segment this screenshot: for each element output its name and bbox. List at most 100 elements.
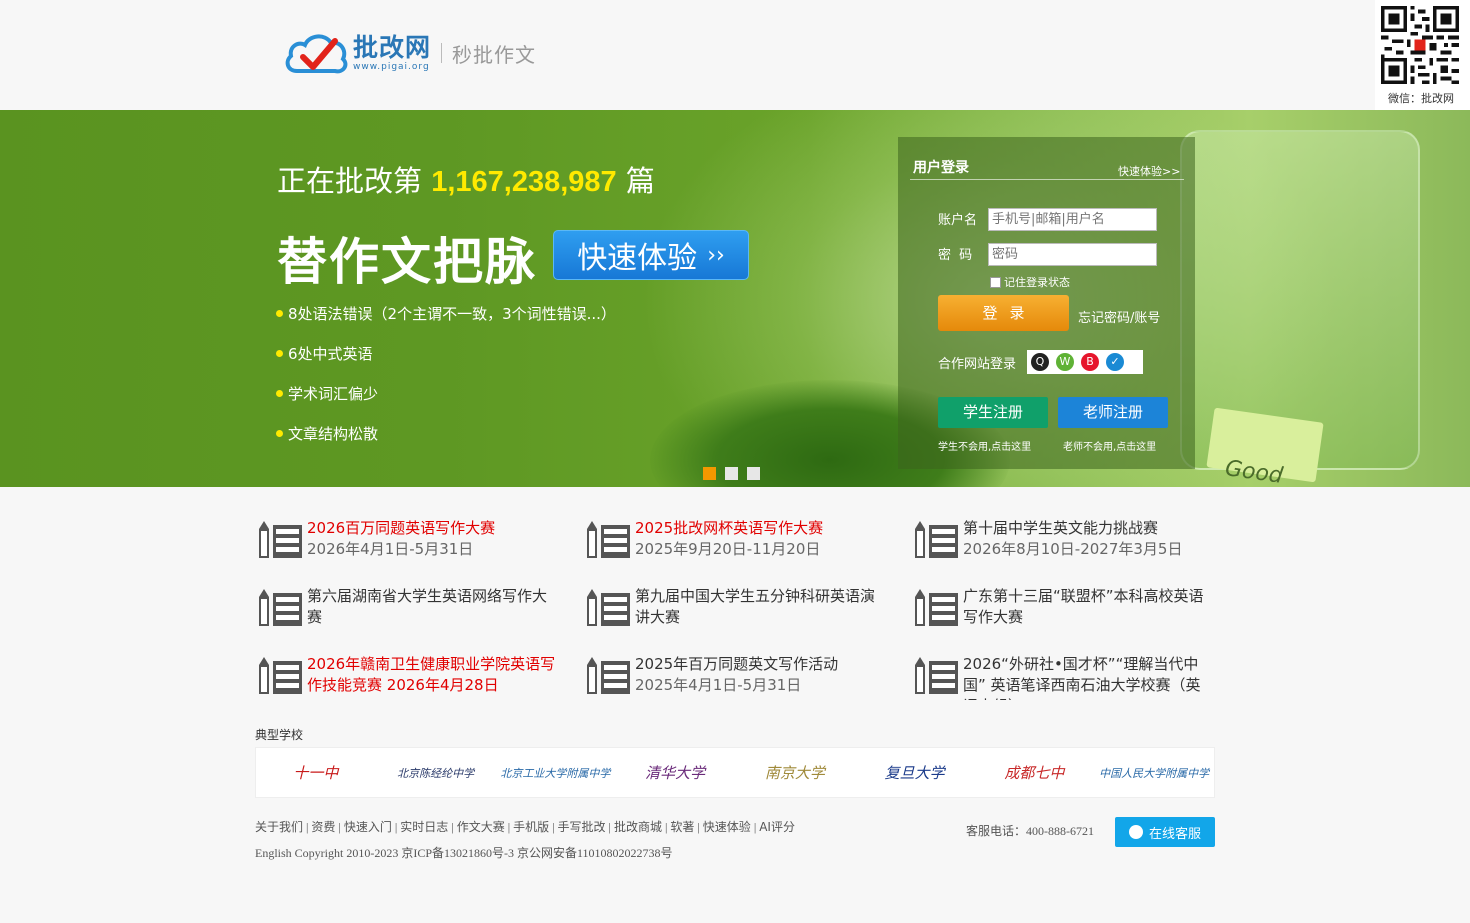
- contest-title: 2026“外研社•国才杯”“理解当代中国” 英语笔译西南石油大学校赛（英译中组）: [963, 655, 1201, 700]
- qr-code-icon: [1381, 6, 1459, 84]
- contest-item[interactable]: 第十届中学生英文能力挑战赛 2026年8月10日-2027年3月5日: [912, 512, 1212, 564]
- contest-item[interactable]: 2026“外研社•国才杯”“理解当代中国” 英语笔译西南石油大学校赛（英译中组）: [912, 648, 1212, 700]
- teacher-help-link[interactable]: 老师不会用,点击这里: [1063, 438, 1156, 453]
- contest-date: 2025年9月20日-11月20日: [635, 540, 821, 558]
- school-logo[interactable]: 南京大学: [735, 762, 855, 783]
- banner-feature-list: 8处语法错误（2个主谓不一致，3个词性错误...） 6处中式英语 学术词汇偏少 …: [276, 302, 616, 462]
- school-logo[interactable]: 复旦大学: [855, 762, 975, 783]
- bullet-dot-icon: [276, 430, 283, 437]
- account-label: 账户名: [938, 213, 978, 228]
- pencil-document-icon: [915, 521, 958, 558]
- footer-separator: |: [391, 820, 401, 834]
- pencil-document-icon: [587, 657, 630, 694]
- quick-try-button[interactable]: 快速体验 ››: [553, 230, 749, 280]
- quick-try-label: 快速体验: [577, 241, 698, 276]
- remember-checkbox[interactable]: [990, 276, 1001, 288]
- footer-separator: |: [694, 820, 703, 834]
- contest-title: 2026百万同题英语写作大赛: [307, 519, 496, 537]
- footer-link[interactable]: 手写批改: [558, 820, 606, 834]
- login-button[interactable]: 登录: [938, 295, 1069, 331]
- student-register-button[interactable]: 学生注册: [938, 397, 1048, 428]
- essay-counter: 正在批改第 1,167,238,987 篇: [277, 158, 655, 200]
- chat-bubble-icon: [1128, 825, 1143, 839]
- bullet-dot-icon: [276, 390, 283, 397]
- slide-dot-1[interactable]: [703, 467, 716, 480]
- cloud-check-logo-icon: [285, 34, 348, 74]
- feature-item: 6处中式英语: [276, 342, 616, 382]
- contest-item[interactable]: 第九届中国大学生五分钟科研英语演讲大赛: [584, 580, 884, 632]
- school-logo-strip: 十一中 北京陈经纶中学 北京工业大学附属中学 清华大学 南京大学 复旦大学 成都七中 中国人民…: [255, 747, 1215, 798]
- footer-link[interactable]: 关于我们: [255, 820, 303, 834]
- footer-link[interactable]: 实时日志: [400, 820, 448, 834]
- contest-item[interactable]: 第六届湖南省大学生英语网络写作大赛: [256, 580, 556, 632]
- qr-caption: 微信：批改网: [1388, 92, 1454, 105]
- footer-separator: |: [448, 820, 457, 834]
- contest-item[interactable]: 2025批改网杯英语写作大赛 2025年9月20日-11月20日: [584, 512, 884, 564]
- account-input[interactable]: [988, 208, 1157, 231]
- logo-url: www.pigai.org: [353, 62, 430, 72]
- contest-item[interactable]: 2026百万同题英语写作大赛 2026年4月1日-5月31日: [256, 512, 556, 564]
- slide-dot-3[interactable]: [747, 467, 760, 480]
- footer-links: 关于我们 | 资费 | 快速入门 | 实时日志 | 作文大赛 | 手机版 | 手…: [255, 818, 795, 835]
- contest-date: 2026年4月1日-5月31日: [307, 540, 474, 558]
- login-title: 用户登录: [913, 160, 969, 176]
- quick-experience-link[interactable]: 快速体验>>: [1118, 163, 1180, 179]
- remember-me[interactable]: 记住登录状态: [990, 274, 1070, 290]
- footer-link[interactable]: 软著: [670, 820, 694, 834]
- hero-banner: Good 正在批改第 1,167,238,987 篇 替作文把脉 快速体验 ››…: [0, 110, 1470, 487]
- bird-icon[interactable]: ✓: [1106, 353, 1124, 371]
- double-chevron-right-icon: ››: [707, 242, 725, 268]
- school-logo[interactable]: 北京工业大学附属中学: [496, 765, 616, 781]
- bullet-dot-icon: [276, 310, 283, 317]
- footer-separator: |: [549, 820, 558, 834]
- footer-link[interactable]: 手机版: [513, 820, 549, 834]
- slide-dot-2[interactable]: [725, 467, 738, 480]
- contest-date: 2025年4月1日-5月31日: [635, 676, 802, 694]
- online-service-label: 在线客服: [1148, 826, 1201, 842]
- pencil-document-icon: [587, 589, 630, 626]
- contest-title: 2025年百万同题英文写作活动: [635, 655, 839, 673]
- teacher-register-button[interactable]: 老师注册: [1058, 397, 1168, 428]
- footer-link[interactable]: 作文大赛: [457, 820, 505, 834]
- school-logo[interactable]: 北京陈经纶中学: [376, 765, 496, 781]
- forgot-password-link[interactable]: 忘记密码/账号: [1078, 307, 1160, 326]
- contest-title: 第十届中学生英文能力挑战赛: [963, 519, 1159, 537]
- footer-link[interactable]: 快速入门: [344, 820, 392, 834]
- pencil-document-icon: [259, 589, 302, 626]
- contest-date: 2026年4月28日: [386, 676, 499, 694]
- school-logo[interactable]: 清华大学: [615, 762, 735, 783]
- school-logo[interactable]: 中国人民大学附属中学: [1094, 765, 1214, 781]
- logo-slogan: 秒批作文: [452, 42, 537, 67]
- school-logo[interactable]: 十一中: [256, 762, 376, 783]
- counter-suffix: 篇: [625, 164, 655, 198]
- feature-item: 8处语法错误（2个主谓不一致，3个词性错误...）: [276, 302, 616, 342]
- password-input[interactable]: [988, 243, 1157, 266]
- school-logo[interactable]: 成都七中: [975, 762, 1095, 783]
- partner-login-icons: Q W B ✓: [1027, 350, 1143, 374]
- header: 批改网 www.pigai.org 秒批作文 微信：批改网: [0, 0, 1470, 110]
- qq-icon[interactable]: Q: [1031, 353, 1049, 371]
- password-label: 密 码: [938, 248, 975, 263]
- footer-separator: |: [750, 820, 760, 834]
- contest-item[interactable]: 2025年百万同题英文写作活动 2025年4月1日-5月31日: [584, 648, 884, 700]
- footer-link[interactable]: AI评分: [759, 820, 795, 834]
- footer-separator: |: [605, 820, 614, 834]
- contest-title: 第六届湖南省大学生英语网络写作大赛: [307, 587, 548, 626]
- service-phone: 客服电话：400-888-6721: [966, 824, 1094, 838]
- footer-link[interactable]: 快速体验: [703, 820, 751, 834]
- schools-label: 典型学校: [255, 728, 304, 742]
- contest-date: 2026年8月10日-2027年3月5日: [963, 540, 1183, 558]
- wechat-qr: 微信：批改网: [1375, 0, 1470, 110]
- site-logo[interactable]: 批改网 www.pigai.org 秒批作文: [283, 30, 536, 76]
- footer-link[interactable]: 批改商城: [614, 820, 662, 834]
- counter-number: 1,167,238,987: [431, 166, 617, 198]
- footer-copyright: English Copyright 2010-2023 京ICP备1302186…: [255, 846, 673, 860]
- contest-item[interactable]: 广东第十三届“联盟杯”本科高校英语写作大赛: [912, 580, 1212, 632]
- wechat-icon[interactable]: W: [1056, 353, 1074, 371]
- pencil-document-icon: [915, 589, 958, 626]
- online-service-button[interactable]: 在线客服: [1115, 817, 1215, 847]
- contest-item[interactable]: 2026年赣南卫生健康职业学院英语写作技能竞赛 2026年4月28日: [256, 648, 556, 700]
- weibo-icon[interactable]: B: [1081, 353, 1099, 371]
- footer-link[interactable]: 资费: [311, 820, 335, 834]
- student-help-link[interactable]: 学生不会用,点击这里: [938, 438, 1031, 453]
